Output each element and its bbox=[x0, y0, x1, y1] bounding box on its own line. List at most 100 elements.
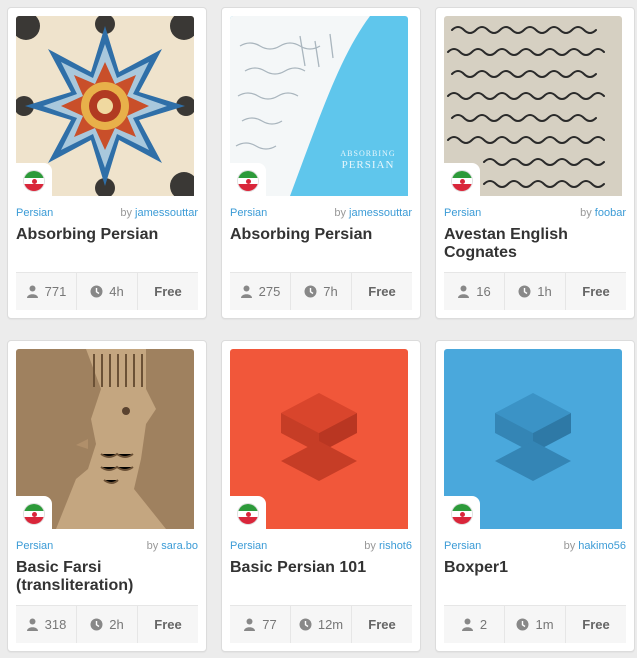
course-stats-bar: 771 4h Free bbox=[16, 272, 198, 310]
svg-text:ABSORBING: ABSORBING bbox=[340, 149, 395, 158]
learners-count: 77 bbox=[230, 606, 291, 643]
course-author-line: by jamessouttar bbox=[120, 207, 198, 219]
course-author-line: by sara.bo bbox=[147, 540, 198, 552]
course-author-link[interactable]: sara.bo bbox=[161, 540, 198, 552]
course-author-link[interactable]: hakimo56 bbox=[578, 540, 626, 552]
person-icon bbox=[458, 285, 470, 298]
iran-flag-icon bbox=[23, 170, 45, 192]
course-stats-bar: 318 2h Free bbox=[16, 605, 198, 643]
course-card[interactable]: Persian by jamessouttar Absorbing Persia… bbox=[7, 7, 207, 319]
course-language-link[interactable]: Persian bbox=[16, 540, 53, 552]
course-title[interactable]: Basic Persian 101 bbox=[230, 559, 412, 577]
iran-flag-icon bbox=[451, 503, 473, 525]
learners-count: 2 bbox=[444, 606, 505, 643]
learners-count: 771 bbox=[16, 273, 77, 310]
course-author-line: by hakimo56 bbox=[564, 540, 626, 552]
course-title[interactable]: Boxper1 bbox=[444, 559, 626, 577]
course-card[interactable]: Persian by foobar Avestan English Cognat… bbox=[435, 7, 635, 319]
iran-flag-icon bbox=[451, 170, 473, 192]
duration: 12m bbox=[291, 606, 352, 643]
course-title[interactable]: Absorbing Persian bbox=[16, 226, 198, 244]
price: Free bbox=[138, 606, 198, 643]
course-language-link[interactable]: Persian bbox=[444, 207, 481, 219]
price: Free bbox=[352, 606, 412, 643]
clock-icon bbox=[304, 285, 317, 298]
price: Free bbox=[138, 273, 198, 310]
clock-icon bbox=[90, 618, 103, 631]
duration: 2h bbox=[77, 606, 138, 643]
learners-value: 77 bbox=[262, 617, 277, 632]
course-language-link[interactable]: Persian bbox=[230, 207, 267, 219]
svg-text:PERSIAN: PERSIAN bbox=[342, 159, 395, 171]
duration-value: 2h bbox=[109, 617, 124, 632]
duration: 1h bbox=[505, 273, 566, 310]
course-stats-bar: 16 1h Free bbox=[444, 272, 626, 310]
by-label: by bbox=[580, 207, 592, 219]
clock-icon bbox=[516, 618, 529, 631]
course-author-line: by jamessouttar bbox=[334, 207, 412, 219]
person-icon bbox=[240, 285, 252, 298]
course-card[interactable]: Persian by sara.bo Basic Farsi (translit… bbox=[7, 340, 207, 652]
by-label: by bbox=[146, 540, 159, 552]
language-flag-tab bbox=[230, 496, 266, 530]
language-flag-tab bbox=[230, 163, 266, 197]
duration: 7h bbox=[291, 273, 352, 310]
learners-value: 771 bbox=[44, 284, 67, 299]
course-card[interactable]: ABSORBING PERSIAN Persian by jamessoutta… bbox=[221, 7, 421, 319]
learners-count: 318 bbox=[16, 606, 77, 643]
language-flag-tab bbox=[16, 163, 52, 197]
person-icon bbox=[461, 618, 473, 631]
course-card[interactable]: Persian by rishot6 Basic Persian 101 77 … bbox=[221, 340, 421, 652]
course-language-link[interactable]: Persian bbox=[16, 207, 53, 219]
price: Free bbox=[352, 273, 412, 310]
duration-value: 1h bbox=[537, 284, 552, 299]
learners-value: 275 bbox=[258, 284, 281, 299]
course-stats-bar: 2 1m Free bbox=[444, 605, 626, 643]
by-label: by bbox=[364, 540, 376, 552]
course-stats-bar: 77 12m Free bbox=[230, 605, 412, 643]
duration-value: 12m bbox=[317, 617, 344, 632]
by-label: by bbox=[334, 207, 346, 219]
iran-flag-icon bbox=[237, 170, 259, 192]
clock-icon bbox=[518, 285, 531, 298]
course-author-line: by foobar bbox=[580, 207, 626, 219]
price-value: Free bbox=[582, 617, 610, 632]
course-card[interactable]: Persian by hakimo56 Boxper1 2 1m Free bbox=[435, 340, 635, 652]
clock-icon bbox=[90, 285, 103, 298]
price-value: Free bbox=[154, 284, 182, 299]
person-icon bbox=[26, 618, 38, 631]
person-icon bbox=[244, 618, 256, 631]
price-value: Free bbox=[154, 617, 182, 632]
language-flag-tab bbox=[16, 496, 52, 530]
price-value: Free bbox=[368, 617, 396, 632]
price: Free bbox=[566, 606, 626, 643]
duration: 1m bbox=[505, 606, 566, 643]
course-language-link[interactable]: Persian bbox=[230, 540, 267, 552]
duration-value: 7h bbox=[323, 284, 338, 299]
language-flag-tab bbox=[444, 496, 480, 530]
course-author-link[interactable]: jamessouttar bbox=[349, 207, 412, 219]
price: Free bbox=[566, 273, 626, 310]
by-label: by bbox=[563, 540, 576, 552]
price-value: Free bbox=[368, 284, 396, 299]
course-author-line: by rishot6 bbox=[364, 540, 412, 552]
course-author-link[interactable]: foobar bbox=[595, 207, 626, 219]
duration-value: 1m bbox=[535, 617, 554, 632]
course-title[interactable]: Basic Farsi (transliteration) bbox=[16, 559, 198, 595]
course-title[interactable]: Absorbing Persian bbox=[230, 226, 412, 244]
course-author-link[interactable]: jamessouttar bbox=[135, 207, 198, 219]
iran-flag-icon bbox=[237, 503, 259, 525]
language-flag-tab bbox=[444, 163, 480, 197]
iran-flag-icon bbox=[23, 503, 45, 525]
person-icon bbox=[26, 285, 38, 298]
by-label: by bbox=[120, 207, 132, 219]
learners-value: 2 bbox=[479, 617, 488, 632]
course-language-link[interactable]: Persian bbox=[444, 540, 481, 552]
learners-value: 16 bbox=[476, 284, 491, 299]
duration-value: 4h bbox=[109, 284, 124, 299]
price-value: Free bbox=[582, 284, 610, 299]
learners-count: 16 bbox=[444, 273, 505, 310]
clock-icon bbox=[299, 618, 312, 631]
course-author-link[interactable]: rishot6 bbox=[379, 540, 412, 552]
course-title[interactable]: Avestan English Cognates bbox=[444, 226, 626, 262]
